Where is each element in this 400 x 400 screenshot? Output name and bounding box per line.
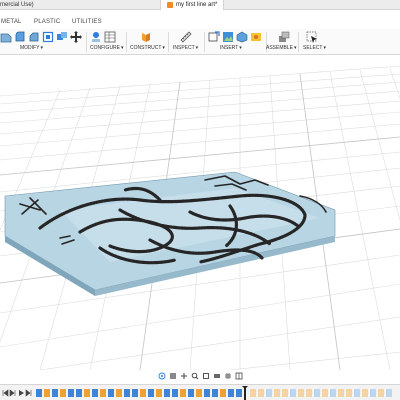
insert-image-icon[interactable] (222, 31, 234, 43)
viewports-icon[interactable] (235, 372, 243, 380)
timeline (0, 384, 400, 400)
timeline-suppressed-features[interactable] (250, 389, 392, 397)
chevron-down-icon: ▾ (40, 45, 43, 51)
inspect-label-wrap[interactable]: INSPECT ▾ (173, 45, 198, 51)
configure-label-wrap[interactable]: CONFIGURE ▾ (90, 45, 124, 51)
divider (298, 32, 299, 52)
window-title: mercial Use) (0, 2, 34, 8)
chevron-down-icon: ▾ (162, 45, 165, 51)
orbit-icon[interactable] (158, 372, 166, 380)
timeline-playback-controls[interactable] (2, 389, 32, 397)
look-at-icon[interactable] (169, 372, 177, 380)
configure-group: CONFIGURE ▾ (90, 29, 126, 55)
chevron-down-icon: ▾ (195, 45, 199, 51)
fit-icon[interactable] (202, 372, 210, 380)
pan-icon[interactable] (180, 372, 188, 380)
chevron-down-icon: ▾ (239, 45, 242, 51)
ribbon-tabs: METAL PLASTIC UTILITIES (0, 19, 400, 29)
construct-label: CONSTRUCT (130, 45, 162, 51)
measure-icon[interactable] (180, 31, 192, 43)
modify-group: MODIFY ▾ (0, 29, 82, 55)
tab-metal[interactable]: METAL (1, 19, 22, 25)
chevron-down-icon: ▾ (323, 45, 326, 51)
insert-mesh-icon[interactable] (236, 31, 248, 43)
insert-derive-icon[interactable] (208, 31, 220, 43)
divider (168, 32, 169, 52)
divider (86, 32, 87, 52)
select-label-wrap[interactable]: SELECT ▾ (303, 45, 326, 51)
display-settings-icon[interactable] (213, 372, 221, 380)
insert-group: INSERT ▾ (208, 29, 264, 55)
construct-group: CONSTRUCT ▾ (130, 29, 166, 55)
inspect-label: INSPECT (173, 45, 195, 51)
toolbar: MODIFY ▾ CONFIGURE ▾ CONSTRUCT ▾ INSPECT… (0, 29, 400, 55)
divider (204, 32, 205, 52)
3d-viewport[interactable] (0, 56, 400, 370)
inspect-group: INSPECT ▾ (172, 29, 202, 55)
assemble-group: ASSEMBLE ▾ (266, 29, 300, 55)
document-icon (167, 2, 173, 8)
fusion-app-window: mercial Use) my first line art* METAL PL… (0, 0, 400, 400)
modify-label-wrap[interactable]: MODIFY ▾ (20, 45, 43, 51)
navigation-bar (150, 370, 250, 382)
document-tab[interactable]: my first line art* (160, 0, 225, 10)
select-group: SELECT ▾ (302, 29, 328, 55)
tab-utilities[interactable]: UTILITIES (72, 19, 102, 25)
assemble-label-wrap[interactable]: ASSEMBLE ▾ (266, 45, 296, 51)
assemble-label: ASSEMBLE (266, 45, 293, 51)
shell-icon[interactable] (42, 31, 54, 43)
chevron-down-icon: ▾ (293, 45, 297, 51)
combine-icon[interactable] (56, 31, 68, 43)
chevron-down-icon: ▾ (121, 45, 124, 51)
insert-label: INSERT (220, 45, 239, 51)
timeline-strip (2, 386, 392, 400)
insert-label-wrap[interactable]: INSERT ▾ (220, 45, 242, 51)
select-cursor-icon[interactable] (306, 31, 318, 43)
fillet-icon[interactable] (14, 31, 26, 43)
move-icon[interactable] (70, 31, 82, 43)
decal-icon[interactable] (250, 31, 262, 43)
configure-table-icon[interactable] (104, 31, 116, 43)
configure-label: CONFIGURE (90, 45, 120, 51)
title-bar: mercial Use) my first line art* (0, 0, 400, 10)
chamfer-icon[interactable] (28, 31, 40, 43)
press-pull-icon[interactable] (0, 31, 12, 43)
parameters-icon[interactable] (90, 31, 102, 43)
timeline-features[interactable] (36, 389, 242, 397)
divider (126, 32, 127, 52)
modify-label: MODIFY (20, 45, 40, 51)
viewport-canvas (0, 65, 400, 370)
joint-icon[interactable] (278, 31, 290, 43)
grid-settings-icon[interactable] (224, 372, 232, 380)
construct-label-wrap[interactable]: CONSTRUCT ▾ (130, 45, 165, 51)
document-tab-label: my first line art* (176, 2, 218, 8)
tab-plastic[interactable]: PLASTIC (34, 19, 60, 25)
select-label: SELECT (303, 45, 323, 51)
zoom-icon[interactable] (191, 372, 199, 380)
timeline-marker[interactable] (242, 386, 248, 400)
offset-plane-icon[interactable] (140, 31, 152, 43)
